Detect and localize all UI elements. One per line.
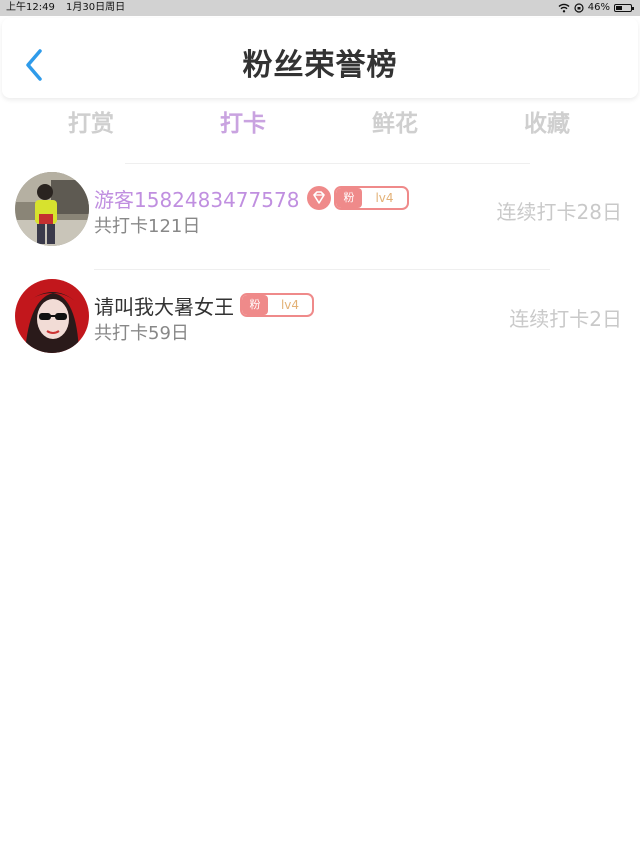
total-checkins: 共打卡121日	[94, 216, 201, 237]
fan-badge-level: lv4	[280, 298, 300, 312]
fan-badge-label: 粉	[336, 188, 362, 208]
streak-count: 连续打卡28日	[496, 200, 622, 224]
avatar	[15, 172, 89, 246]
avatar	[15, 279, 89, 353]
battery-percent: 46%	[587, 2, 610, 13]
orientation-lock-icon	[574, 3, 584, 13]
tab-favorites[interactable]: 收藏	[507, 104, 587, 138]
fan-badge-level: lv4	[375, 191, 394, 205]
list-item[interactable]: 游客1582483477578 粉 lv4 共打卡121日 连续打卡28日	[0, 172, 640, 252]
diamond-icon	[307, 186, 331, 210]
status-time: 上午12:49	[6, 2, 55, 13]
list-item[interactable]: 请叫我大暑女王 粉 lv4 共打卡59日 连续打卡2日	[0, 279, 640, 359]
fan-badge-label: 粉	[242, 295, 268, 315]
total-checkins: 共打卡59日	[94, 323, 189, 344]
divider	[94, 269, 550, 270]
status-date: 1月30日周日	[66, 2, 126, 13]
tab-checkin[interactable]: 打卡	[203, 104, 283, 138]
wifi-icon	[558, 3, 570, 13]
page-title: 粉丝荣誉榜	[242, 48, 398, 83]
streak-count: 连续打卡2日	[509, 307, 622, 331]
nav-header: 粉丝荣誉榜	[2, 18, 638, 98]
fan-level-badge: 粉 lv4	[240, 293, 314, 317]
status-bar: 上午12:49 1月30日周日 46%	[0, 0, 640, 16]
tab-flowers[interactable]: 鲜花	[355, 104, 435, 138]
user-name: 请叫我大暑女王	[94, 295, 234, 319]
divider	[125, 163, 530, 164]
battery-fill	[616, 6, 622, 10]
user-name: 游客1582483477578	[94, 188, 300, 212]
tab-bar: 打赏 打卡 鲜花 收藏	[0, 104, 640, 140]
battery-icon	[614, 4, 634, 12]
fan-level-badge: 粉 lv4	[334, 186, 409, 210]
tab-reward[interactable]: 打赏	[51, 104, 131, 138]
